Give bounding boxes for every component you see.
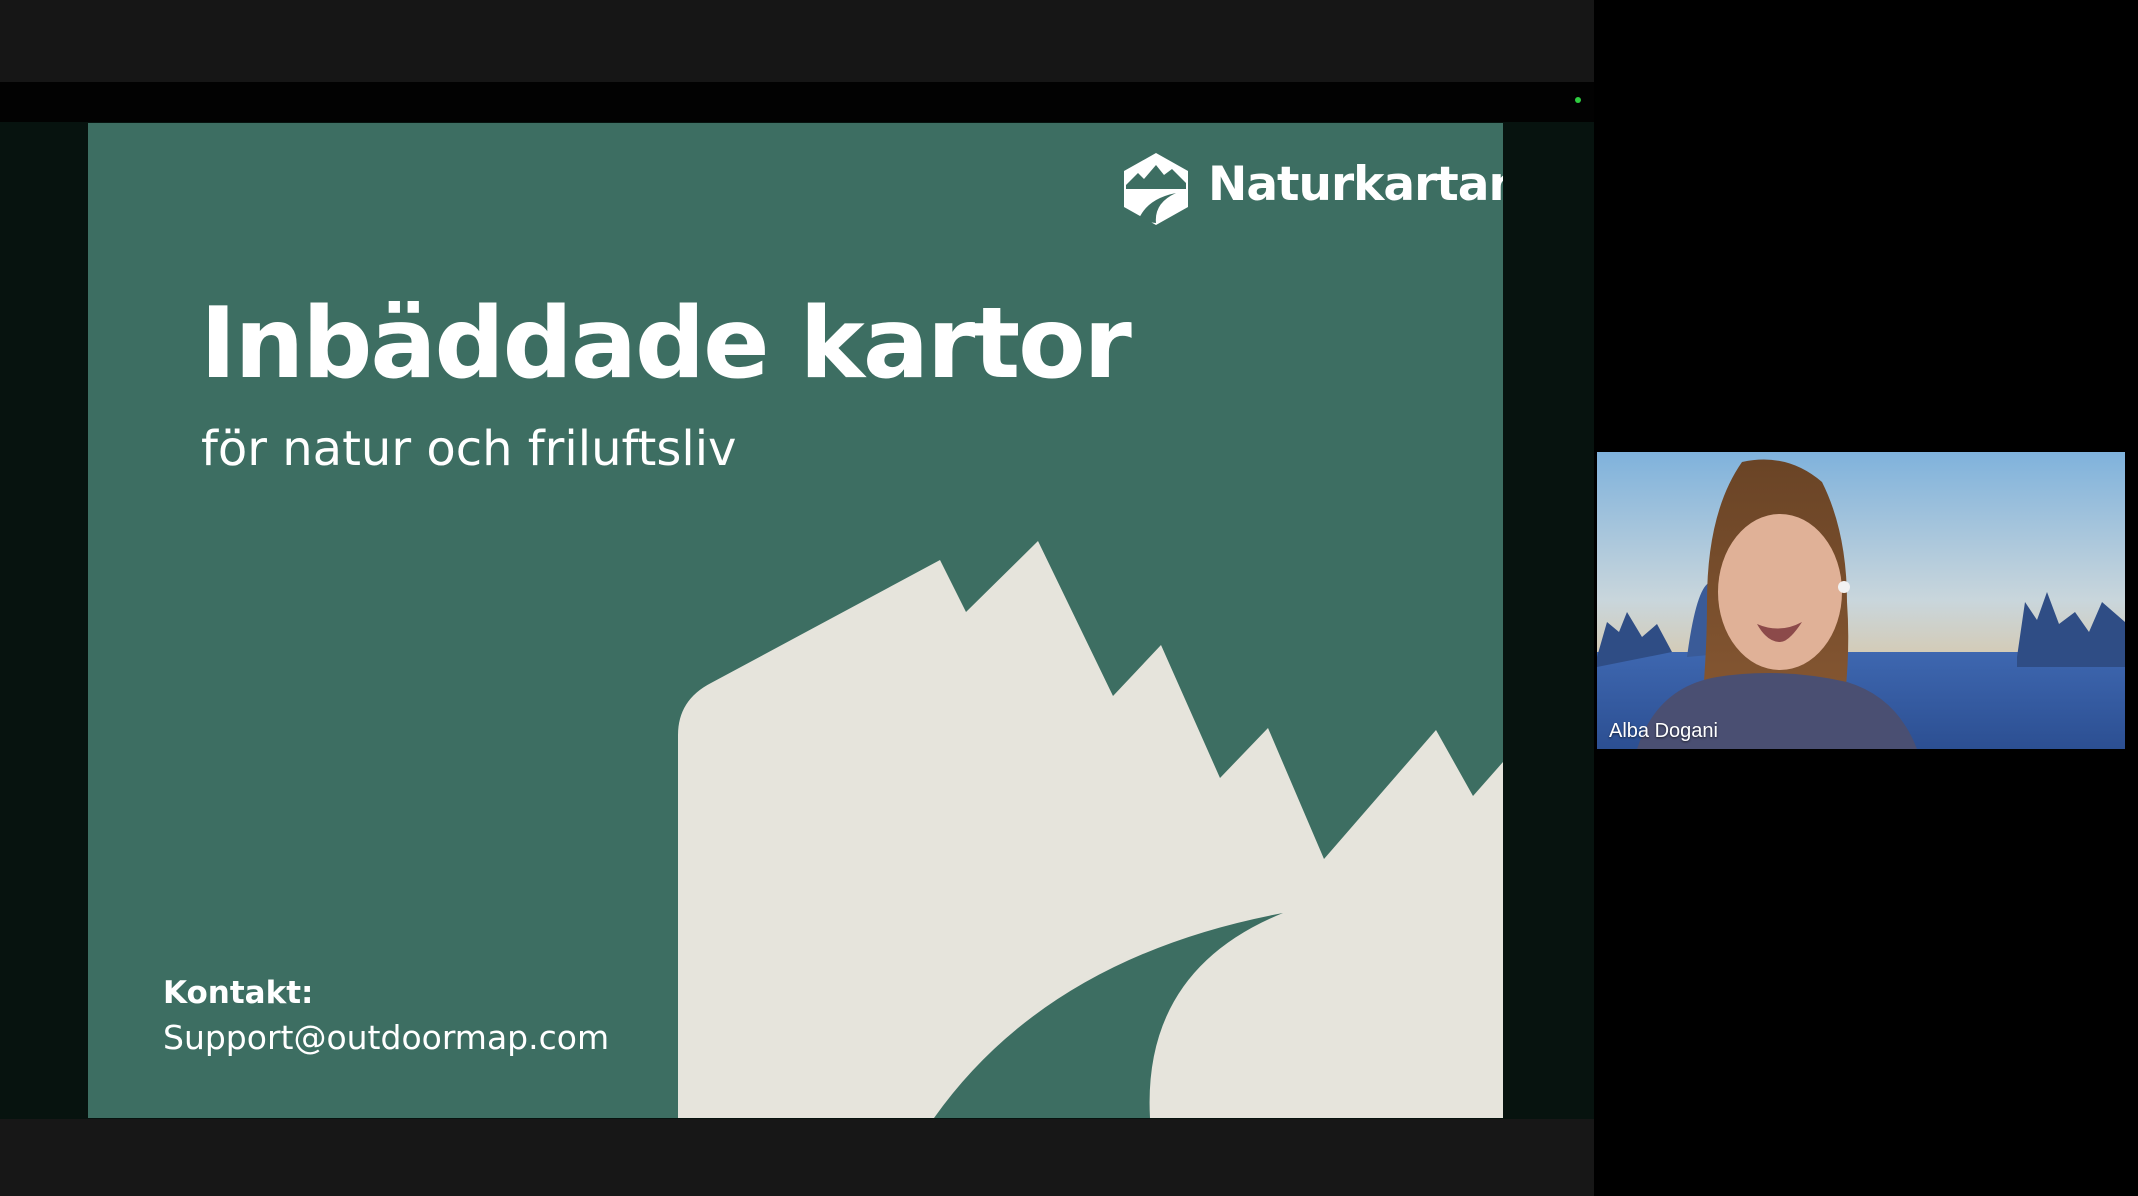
mountain-illustration	[678, 541, 1503, 1118]
share-bottom-bar	[0, 1119, 1594, 1196]
contact-label: Kontakt:	[163, 975, 314, 1011]
slide-title: Inbäddade kartor	[200, 287, 1132, 401]
contact-email: Support@outdoormap.com	[163, 1018, 610, 1057]
share-top-bar	[0, 0, 1594, 82]
presentation-slide: Naturkartan Inbäddade kartor för natur o…	[88, 123, 1503, 1118]
share-header-strip	[0, 82, 1594, 122]
brand-logo-text: Naturkartan	[1208, 157, 1503, 212]
screen-share-area: Naturkartan Inbäddade kartor för natur o…	[0, 0, 1594, 1196]
participant-video-tile[interactable]: Alba Dogani	[1597, 452, 2125, 749]
status-indicator-dot	[1575, 97, 1581, 103]
participant-video-feed	[1597, 452, 2125, 749]
slide-subtitle: för natur och friluftsliv	[201, 421, 737, 477]
participant-name-label: Alba Dogani	[1609, 720, 1718, 742]
mountain-hexagon-icon	[1124, 153, 1188, 225]
